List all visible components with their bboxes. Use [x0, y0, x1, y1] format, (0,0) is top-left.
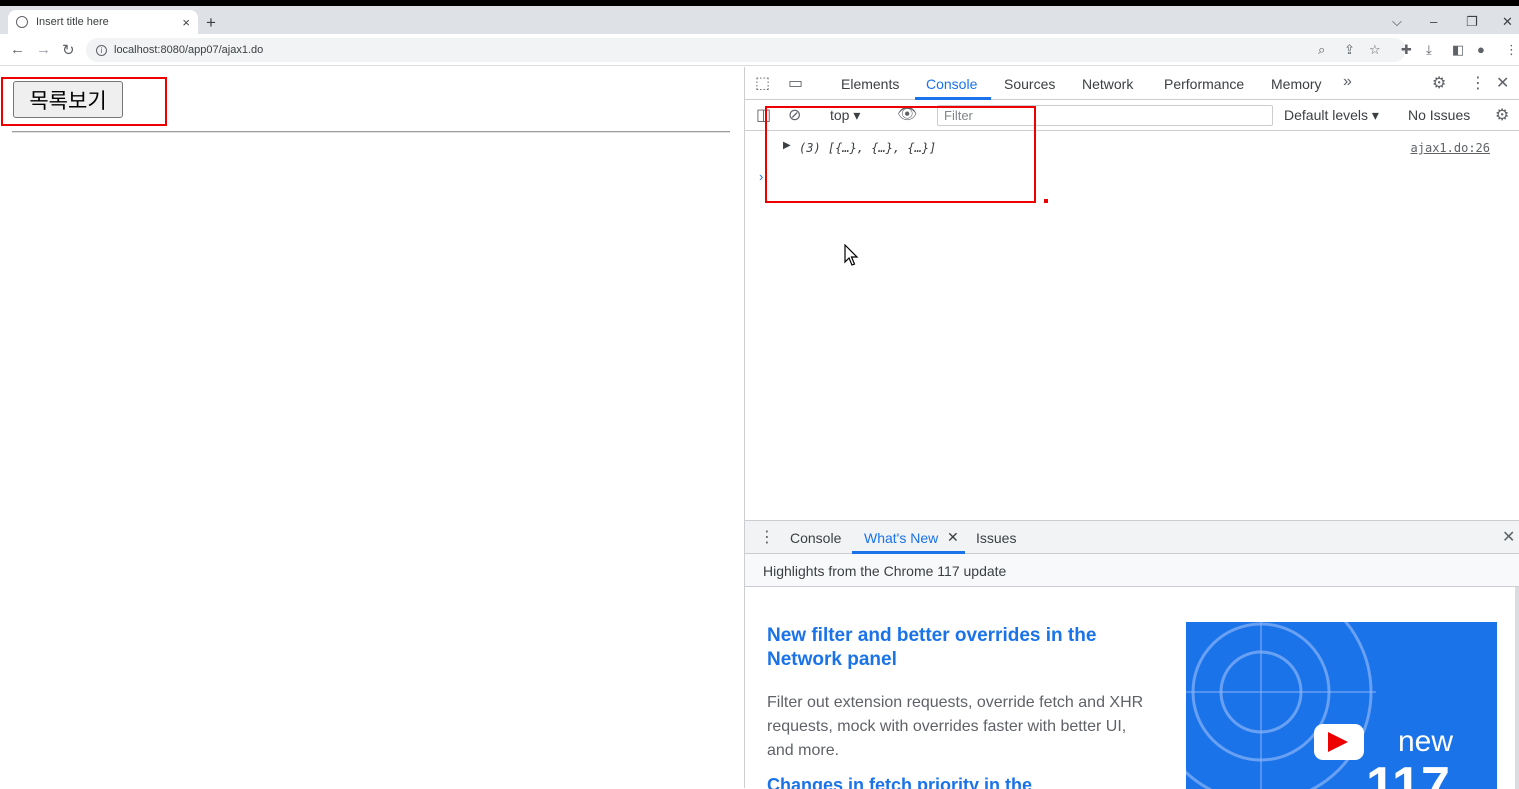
next-news-title-link[interactable]: Changes in fetch priority in the [767, 775, 1067, 789]
chrome-logo-graphic [1186, 622, 1497, 789]
news-title-link[interactable]: New filter and better overrides in the N… [767, 624, 1147, 672]
extensions-icon[interactable]: ✚ [1401, 42, 1412, 58]
back-icon[interactable]: ← [10, 41, 25, 58]
close-devtools-icon[interactable]: ✕ [1496, 73, 1509, 93]
highlights-header: Highlights from the Chrome 117 update [745, 554, 1519, 587]
site-info-icon[interactable]: i [96, 44, 107, 56]
restore-icon[interactable]: ❐ [1466, 14, 1478, 30]
issues-counter[interactable]: No Issues [1408, 107, 1470, 123]
thumb-version-text: 117 [1366, 757, 1450, 789]
tab-close-icon[interactable]: × [182, 15, 190, 30]
tab-strip: Insert title here × + ⌵ – ❐ ✕ [0, 6, 1519, 34]
devtools-drawer: ⋮ Console What's New ✕ Issues ✕ Highligh… [745, 520, 1519, 789]
annotation-dot [1044, 199, 1048, 203]
more-tabs-chevron-icon[interactable]: » [1343, 73, 1352, 91]
profile-avatar-icon[interactable]: ● [1477, 42, 1485, 57]
download-icon[interactable]: ⤓ [1426, 42, 1432, 58]
devtools-panel: ⬚ ▭ Elements Console Sources Network Per… [744, 67, 1519, 789]
log-source-link[interactable]: ajax1.do:26 [1411, 141, 1490, 155]
bookmark-star-icon[interactable]: ☆ [1369, 42, 1381, 58]
highlight-box [1, 77, 167, 126]
console-prompt[interactable]: › [759, 169, 763, 184]
device-toolbar-icon[interactable]: ▭ [788, 73, 803, 93]
zoom-icon[interactable]: ⌕ [1318, 42, 1325, 58]
tab-performance[interactable]: Performance [1164, 76, 1244, 92]
highlight-box-console [765, 106, 1036, 203]
tab-title: Insert title here [36, 16, 109, 28]
drawer-scrollbar[interactable] [1515, 587, 1519, 789]
tab-elements[interactable]: Elements [841, 76, 899, 92]
console-settings-icon[interactable]: ⚙ [1495, 105, 1509, 125]
drawer-menu-icon[interactable]: ⋮ [759, 527, 775, 547]
close-tab-icon[interactable]: ✕ [947, 529, 959, 546]
drawer-tab-console[interactable]: Console [790, 530, 841, 546]
mouse-cursor-icon [844, 244, 859, 266]
globe-icon [16, 16, 28, 28]
video-thumbnail[interactable]: new 117 [1186, 622, 1497, 789]
page-content: 목록보기 [0, 67, 744, 788]
tab-search-icon[interactable]: ⌵ [1392, 14, 1402, 30]
news-description: Filter out extension requests, override … [767, 694, 1144, 759]
customize-menu-icon[interactable]: ⋮ [1470, 73, 1486, 93]
address-bar: ← → ↻ i localhost:8080/app07/ajax1.do ⌕ … [0, 34, 1519, 66]
log-levels-dropdown[interactable]: Default levels ▾ [1284, 107, 1379, 124]
drawer-tabbar: ⋮ Console What's New ✕ Issues ✕ [745, 521, 1519, 554]
tab-sources[interactable]: Sources [1004, 76, 1055, 92]
settings-gear-icon[interactable]: ⚙ [1432, 73, 1446, 93]
tab-memory[interactable]: Memory [1271, 76, 1322, 92]
omnibox[interactable]: i localhost:8080/app07/ajax1.do [86, 38, 1406, 62]
side-panel-icon[interactable]: ◧ [1452, 42, 1464, 58]
window-close-icon[interactable]: ✕ [1502, 14, 1513, 30]
horizontal-rule [12, 131, 730, 133]
tab-console[interactable]: Console [926, 76, 977, 92]
close-drawer-icon[interactable]: ✕ [1502, 527, 1515, 547]
share-icon[interactable]: ⇪ [1344, 42, 1355, 58]
browser-tab[interactable]: Insert title here × [8, 10, 198, 34]
drawer-tab-issues[interactable]: Issues [976, 530, 1016, 546]
minimize-icon[interactable]: – [1430, 14, 1437, 29]
url-text: localhost:8080/app07/ajax1.do [114, 44, 264, 56]
new-tab-button[interactable]: + [206, 13, 216, 33]
inspect-element-icon[interactable]: ⬚ [755, 73, 770, 93]
drawer-tab-whats-new[interactable]: What's New [864, 530, 938, 546]
thumb-new-text: new [1398, 725, 1454, 758]
forward-icon[interactable]: → [36, 41, 51, 58]
tab-network[interactable]: Network [1082, 76, 1133, 92]
reload-icon[interactable]: ↻ [62, 41, 75, 59]
devtools-tabbar: ⬚ ▭ Elements Console Sources Network Per… [745, 67, 1519, 100]
menu-dots-icon[interactable]: ⋮ [1505, 42, 1518, 58]
